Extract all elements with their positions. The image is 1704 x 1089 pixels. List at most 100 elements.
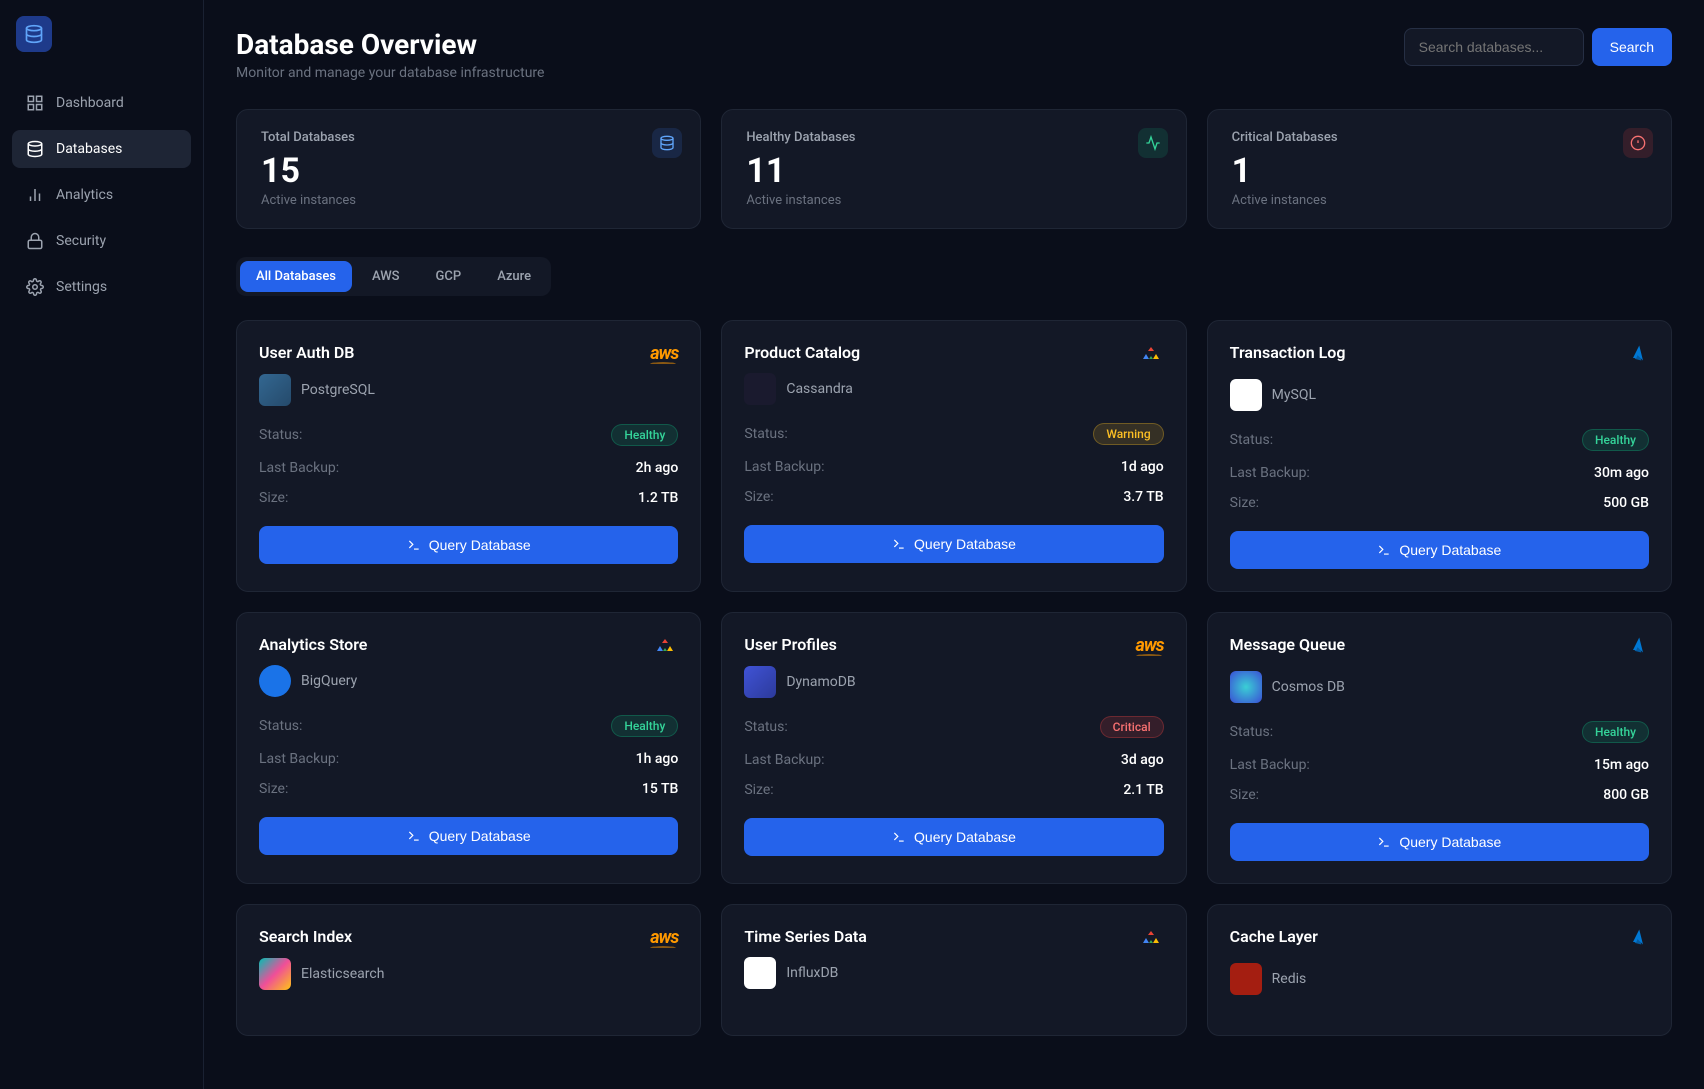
stat-value: 11 <box>746 151 1161 191</box>
gcp-logo <box>652 635 678 655</box>
size-label: Size: <box>744 489 773 505</box>
engine-logo <box>1230 379 1262 411</box>
engine-name: Redis <box>1272 971 1307 987</box>
engine-logo <box>259 374 291 406</box>
search-input[interactable] <box>1404 28 1584 66</box>
search-button[interactable]: Search <box>1592 28 1672 66</box>
terminal-icon <box>892 537 906 551</box>
database-name: Cache Layer <box>1230 927 1318 946</box>
database-name: Message Queue <box>1230 635 1345 654</box>
database-card: Transaction Log MySQL Status:Healthy Las… <box>1207 320 1672 592</box>
query-database-button[interactable]: Query Database <box>1230 531 1649 569</box>
query-database-button[interactable]: Query Database <box>744 818 1163 856</box>
database-card: Time Series Data InfluxDB <box>721 904 1186 1036</box>
database-name: User Profiles <box>744 635 836 654</box>
size-value: 500 GB <box>1603 495 1649 511</box>
sidebar-item-label: Databases <box>56 141 122 157</box>
engine-name: PostgreSQL <box>301 382 375 398</box>
stat-critical: Critical Databases 1 Active instances <box>1207 109 1672 229</box>
filter-all[interactable]: All Databases <box>240 261 352 292</box>
sidebar: Dashboard Databases Analytics Security S… <box>0 0 204 1089</box>
terminal-icon <box>407 829 421 843</box>
activity-icon <box>1138 128 1168 158</box>
sidebar-item-analytics[interactable]: Analytics <box>12 176 191 214</box>
status-badge: Healthy <box>611 424 678 446</box>
query-database-button[interactable]: Query Database <box>1230 823 1649 861</box>
backup-value: 15m ago <box>1594 757 1649 773</box>
status-badge: Healthy <box>611 715 678 737</box>
stat-value: 1 <box>1232 151 1647 191</box>
status-label: Status: <box>744 719 787 735</box>
backup-value: 30m ago <box>1594 465 1649 481</box>
backup-value: 2h ago <box>636 460 679 476</box>
database-card: Product Catalog Cassandra Status:Warning… <box>721 320 1186 592</box>
engine-logo <box>744 373 776 405</box>
database-card: User Profiles aws DynamoDB Status:Critic… <box>721 612 1186 884</box>
backup-value: 1d ago <box>1121 459 1164 475</box>
status-badge: Critical <box>1100 716 1164 738</box>
stat-label: Healthy Databases <box>746 130 1161 145</box>
filter-gcp[interactable]: GCP <box>420 261 478 292</box>
engine-logo <box>1230 963 1262 995</box>
database-card: Cache Layer Redis <box>1207 904 1672 1036</box>
database-name: Transaction Log <box>1230 343 1346 362</box>
query-database-button[interactable]: Query Database <box>744 525 1163 563</box>
backup-value: 1h ago <box>636 751 679 767</box>
stat-label: Total Databases <box>261 130 676 145</box>
size-label: Size: <box>1230 787 1259 803</box>
filter-aws[interactable]: AWS <box>356 261 416 292</box>
size-label: Size: <box>1230 495 1259 511</box>
backup-label: Last Backup: <box>259 751 339 767</box>
size-value: 1.2 TB <box>638 490 678 506</box>
backup-label: Last Backup: <box>744 752 824 768</box>
aws-logo: aws <box>1136 635 1164 656</box>
database-name: User Auth DB <box>259 343 354 362</box>
engine-name: Elasticsearch <box>301 966 384 982</box>
stat-value: 15 <box>261 151 676 191</box>
gear-icon <box>26 278 44 296</box>
azure-logo <box>1627 635 1649 661</box>
status-badge: Healthy <box>1582 429 1649 451</box>
size-value: 800 GB <box>1603 787 1649 803</box>
azure-logo <box>1627 927 1649 953</box>
sidebar-item-databases[interactable]: Databases <box>12 130 191 168</box>
status-label: Status: <box>1230 724 1273 740</box>
database-name: Product Catalog <box>744 343 860 362</box>
stats-row: Total Databases 15 Active instances Heal… <box>236 109 1672 229</box>
app-logo <box>16 16 52 52</box>
gcp-logo <box>1138 927 1164 947</box>
sidebar-item-security[interactable]: Security <box>12 222 191 260</box>
engine-logo <box>744 666 776 698</box>
terminal-icon <box>1377 543 1391 557</box>
status-label: Status: <box>1230 432 1273 448</box>
query-database-button[interactable]: Query Database <box>259 817 678 855</box>
database-card: Search Index aws Elasticsearch <box>236 904 701 1036</box>
stat-sub: Active instances <box>746 193 1161 208</box>
sidebar-item-dashboard[interactable]: Dashboard <box>12 84 191 122</box>
engine-name: BigQuery <box>301 673 357 689</box>
status-label: Status: <box>259 718 302 734</box>
database-icon <box>652 128 682 158</box>
dashboard-icon <box>26 94 44 112</box>
azure-logo <box>1627 343 1649 369</box>
backup-label: Last Backup: <box>1230 757 1310 773</box>
stat-total: Total Databases 15 Active instances <box>236 109 701 229</box>
filter-tabs: All Databases AWS GCP Azure <box>236 257 551 296</box>
sidebar-item-label: Settings <box>56 279 107 295</box>
backup-label: Last Backup: <box>744 459 824 475</box>
status-label: Status: <box>744 426 787 442</box>
database-card: Analytics Store BigQuery Status:Healthy … <box>236 612 701 884</box>
sidebar-item-settings[interactable]: Settings <box>12 268 191 306</box>
lock-icon <box>26 232 44 250</box>
terminal-icon <box>1377 835 1391 849</box>
backup-value: 3d ago <box>1121 752 1164 768</box>
status-label: Status: <box>259 427 302 443</box>
database-icon <box>26 140 44 158</box>
status-badge: Healthy <box>1582 721 1649 743</box>
database-grid: User Auth DB aws PostgreSQL Status: Healt… <box>236 320 1672 1036</box>
backup-label: Last Backup: <box>1230 465 1310 481</box>
filter-azure[interactable]: Azure <box>481 261 547 292</box>
status-badge: Warning <box>1093 423 1163 445</box>
engine-name: Cosmos DB <box>1272 679 1345 695</box>
query-database-button[interactable]: Query Database <box>259 526 678 564</box>
